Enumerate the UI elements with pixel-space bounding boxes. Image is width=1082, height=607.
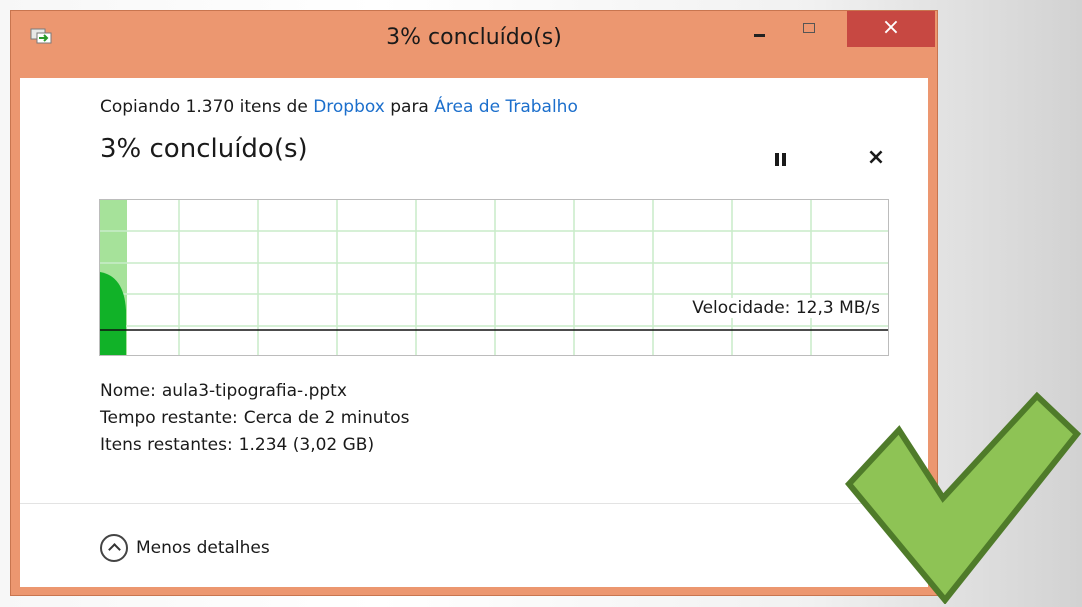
detail-value: Cerca de 2 minutos bbox=[243, 408, 410, 428]
detail-value: 1.234 (3,02 GB) bbox=[238, 435, 375, 455]
copy-dialog-window: 3% concluído(s) × Copiando 1.370 itens d… bbox=[10, 10, 938, 596]
close-button[interactable]: × bbox=[847, 11, 935, 47]
graph-grid bbox=[100, 200, 888, 355]
minimize-button[interactable] bbox=[739, 11, 783, 43]
speed-graph: Velocidade: 12,3 MB/s bbox=[99, 199, 889, 356]
detail-value: aula3-tipografia-.pptx bbox=[161, 381, 347, 401]
speed-graph-canvas bbox=[100, 200, 888, 355]
source-link[interactable]: Dropbox bbox=[313, 97, 385, 117]
speed-label: Velocidade: 12,3 MB/s bbox=[690, 298, 880, 318]
detail-key: Tempo restante: bbox=[100, 408, 238, 428]
detail-key: Nome: bbox=[100, 381, 156, 401]
pause-button[interactable] bbox=[772, 152, 788, 168]
copy-prefix: Copiando 1.370 itens de bbox=[100, 97, 314, 117]
less-details-label: Menos detalhes bbox=[136, 538, 270, 558]
maximize-button[interactable] bbox=[787, 11, 833, 43]
dialog-content: Copiando 1.370 itens de Dropbox para Áre… bbox=[20, 78, 928, 587]
copy-middle: para bbox=[384, 97, 435, 117]
destination-link[interactable]: Área de Trabalho bbox=[434, 97, 578, 117]
detail-time: Tempo restante: Cerca de 2 minutos bbox=[100, 405, 410, 432]
detail-items: Itens restantes: 1.234 (3,02 GB) bbox=[100, 432, 410, 459]
close-icon: × bbox=[866, 145, 886, 170]
detail-name: Nome: aula3-tipografia-.pptx bbox=[100, 378, 410, 405]
details-panel: Nome: aula3-tipografia-.pptx Tempo restan… bbox=[100, 378, 410, 459]
chevron-up-icon bbox=[100, 534, 128, 562]
title-bar[interactable]: 3% concluído(s) × bbox=[11, 11, 937, 77]
copy-description: Copiando 1.370 itens de Dropbox para Áre… bbox=[100, 97, 578, 117]
close-icon: × bbox=[881, 15, 901, 40]
checkmark-icon bbox=[845, 391, 1081, 604]
stop-button[interactable]: × bbox=[864, 146, 888, 170]
detail-key: Itens restantes: bbox=[100, 435, 233, 455]
footer-divider bbox=[20, 503, 928, 504]
less-details-button[interactable]: Menos detalhes bbox=[100, 533, 270, 563]
progress-title: 3% concluído(s) bbox=[100, 134, 308, 164]
